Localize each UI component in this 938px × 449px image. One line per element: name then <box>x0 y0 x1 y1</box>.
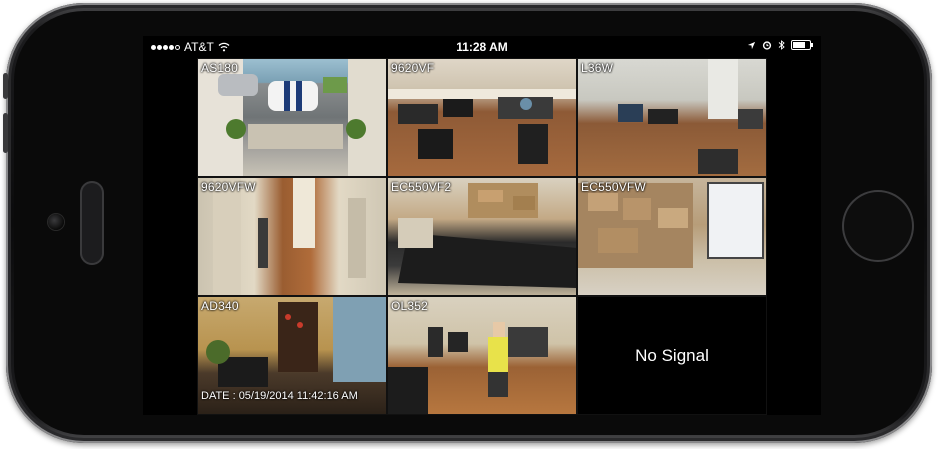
alarm-icon <box>762 41 772 50</box>
camera-label: 9620VF <box>391 61 435 75</box>
camera-feed-lobby <box>388 322 548 414</box>
camera-tile[interactable]: 9620VF <box>387 58 577 177</box>
camera-feed-parking <box>198 59 386 176</box>
camera-label: 9620VFW <box>201 180 256 194</box>
camera-feed-office <box>388 89 576 164</box>
iphone-device: AT&T 11:28 AM AS180 9620VF L36W 9620VFW … <box>3 3 932 443</box>
battery-icon <box>791 40 813 50</box>
camera-feed-warehouse <box>398 183 576 288</box>
camera-tile[interactable]: EC550VFW <box>577 177 767 296</box>
date-stamp: DATE : 05/19/2014 11:42:16 AM <box>201 390 358 402</box>
camera-label: EC550VFW <box>581 180 646 194</box>
screen: AT&T 11:28 AM AS180 9620VF L36W 9620VFW … <box>143 36 821 415</box>
status-bar: AT&T 11:28 AM <box>143 36 821 58</box>
earpiece-speaker <box>80 181 104 265</box>
camera-tile[interactable]: 9620VFW <box>197 177 387 296</box>
camera-label: AD340 <box>201 299 239 313</box>
camera-label: AS180 <box>201 61 239 75</box>
no-signal-text: No Signal <box>635 345 709 365</box>
power-button <box>3 113 8 153</box>
bluetooth-icon <box>778 40 785 50</box>
location-icon <box>747 41 756 49</box>
camera-tile-empty[interactable]: No Signal <box>577 296 767 415</box>
camera-feed-hallway <box>213 178 366 295</box>
camera-label: OL352 <box>391 299 429 313</box>
camera-label: L36W <box>581 61 614 75</box>
camera-label: EC550VF2 <box>391 180 452 194</box>
home-button[interactable] <box>842 190 914 262</box>
camera-tile[interactable]: EC550VF2 <box>387 177 577 296</box>
camera-feed-storage <box>578 182 764 268</box>
status-time: 11:28 AM <box>456 40 508 54</box>
camera-tile[interactable]: L36W <box>577 58 767 177</box>
camera-tile[interactable]: AS180 <box>197 58 387 177</box>
camera-tile[interactable]: OL352 <box>387 296 577 415</box>
volume-button <box>3 73 8 99</box>
front-camera-icon <box>48 214 64 230</box>
camera-feed-open-office <box>618 59 763 174</box>
camera-grid: AS180 9620VF L36W 9620VFW EC550VF2 EC550… <box>197 58 767 415</box>
